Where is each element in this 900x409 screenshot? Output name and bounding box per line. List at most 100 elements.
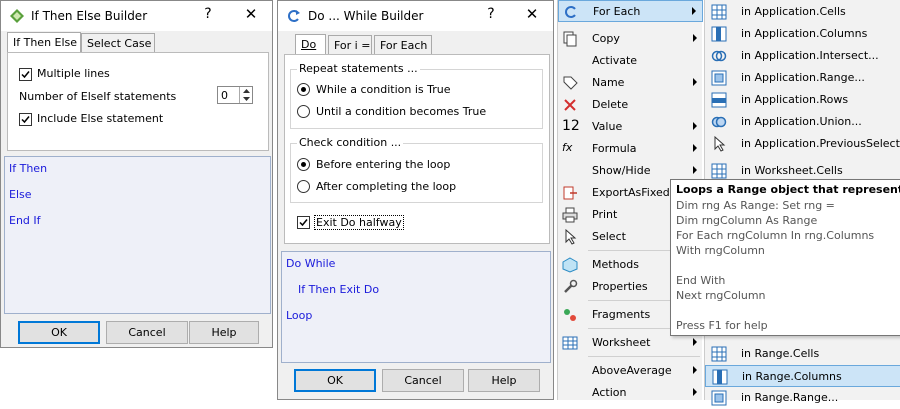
submenu-item[interactable]: in Application.Cells <box>705 1 900 23</box>
loop-icon <box>563 4 579 20</box>
code-preview: If Then Else End If <box>4 156 271 314</box>
formula-fx-icon: fx <box>562 141 573 154</box>
code-line: Loop <box>286 309 313 322</box>
code-line: If Then Exit Do <box>298 283 380 296</box>
loop-icon <box>286 8 302 24</box>
tab-select-case[interactable]: Select Case <box>81 33 155 52</box>
menu-item-name[interactable]: Name <box>558 72 703 94</box>
submenu-arrow-icon <box>692 7 696 15</box>
before-loop-radio[interactable] <box>297 158 310 171</box>
export-icon <box>562 185 578 201</box>
help-icon[interactable]: ? <box>198 6 218 22</box>
menu-item-activate[interactable]: Activate <box>558 50 703 72</box>
menu-item-value[interactable]: 12 Value <box>558 116 703 138</box>
until-true-radio[interactable] <box>297 105 310 118</box>
cancel-button[interactable]: Cancel <box>106 321 188 344</box>
union-icon <box>711 114 727 130</box>
submenu-item[interactable]: in Range.Cells <box>705 343 900 365</box>
check-group: Check condition ... Before entering the … <box>290 136 543 203</box>
range-icon <box>711 70 727 86</box>
cancel-button[interactable]: Cancel <box>382 369 464 392</box>
options-panel: Repeat statements ... While a condition … <box>284 54 550 244</box>
submenu-item[interactable]: in Range.Range... <box>705 387 900 409</box>
dialog-title: Do ... While Builder <box>308 9 424 23</box>
tooltip-footer: Press F1 for help <box>676 319 768 332</box>
exit-do-label: Exit Do halfway <box>314 215 404 230</box>
cells-grid-icon <box>711 4 727 20</box>
help-button[interactable]: Help <box>189 321 259 344</box>
code-line: Else <box>9 188 32 201</box>
options-panel: Multiple lines Number of ElseIf statemen… <box>7 52 269 151</box>
menu-item-copy[interactable]: Copy <box>558 28 703 50</box>
submenu-arrow-icon <box>693 78 697 86</box>
menu-item-for-each[interactable]: For Each <box>558 0 703 22</box>
submenu-item-selected[interactable]: in Range.Columns <box>705 365 900 387</box>
before-loop-label: Before entering the loop <box>316 158 451 171</box>
rows-icon <box>711 92 727 108</box>
include-else-checkbox[interactable] <box>19 113 32 126</box>
tab-do[interactable]: Do <box>295 34 326 55</box>
if-then-else-builder-dialog: If Then Else Builder ? ✕ If Then Else Se… <box>0 0 273 348</box>
code-preview: Do While If Then Exit Do Loop <box>281 251 551 363</box>
menu-separator <box>588 356 700 357</box>
tab-for-i[interactable]: For i = <box>328 35 372 54</box>
code-line: Do While <box>286 257 336 270</box>
submenu-item[interactable]: in Application.Rows <box>705 89 900 111</box>
ok-button[interactable]: OK <box>18 321 100 344</box>
cursor-icon <box>711 135 727 152</box>
code-line: End If <box>9 214 41 227</box>
exit-do-checkbox[interactable] <box>297 216 310 229</box>
submenu-item[interactable]: in Application.Columns <box>705 23 900 45</box>
repeat-group-label: Repeat statements ... <box>297 62 420 75</box>
tooltip-title: Loops a Range object that represents the <box>676 183 900 196</box>
dialog-title: If Then Else Builder <box>31 9 148 23</box>
menu-item-above-average[interactable]: AboveAverage <box>558 360 703 382</box>
menu-item-action[interactable]: Action <box>558 382 703 404</box>
delete-x-icon <box>562 97 578 113</box>
submenu-arrow-icon <box>693 34 697 42</box>
columns-icon <box>712 369 728 385</box>
help-icon[interactable]: ? <box>481 6 501 22</box>
after-loop-radio[interactable] <box>297 180 310 193</box>
tooltip-line: For Each rngColumn In rng.Columns <box>676 229 875 242</box>
submenu-item[interactable]: in Application.Union... <box>705 111 900 133</box>
menu-item-formula[interactable]: fx Formula <box>558 138 703 160</box>
tooltip-line: End With <box>676 274 726 287</box>
while-true-radio[interactable] <box>297 83 310 96</box>
close-icon[interactable]: ✕ <box>241 5 261 23</box>
check-group-label: Check condition ... <box>297 136 404 149</box>
range-icon <box>711 390 727 406</box>
multiple-lines-checkbox[interactable] <box>19 68 32 81</box>
spinner-arrows[interactable] <box>239 87 252 103</box>
submenu-item[interactable]: in Application.PreviousSelectio <box>705 133 900 155</box>
after-loop-label: After completing the loop <box>316 180 457 193</box>
tag-icon <box>562 75 578 91</box>
submenu-arrow-icon <box>693 338 697 346</box>
tab-for-each[interactable]: For Each <box>374 35 432 54</box>
printer-icon <box>562 207 578 223</box>
worksheet-grid-icon <box>562 335 578 351</box>
title-bar: Do ... While Builder ? ✕ <box>278 1 553 31</box>
number-12-icon: 12 <box>562 118 580 134</box>
tab-if-then-else[interactable]: If Then Else <box>7 32 81 53</box>
while-true-label: While a condition is True <box>316 83 451 96</box>
cells-grid-icon <box>711 163 727 179</box>
columns-icon <box>711 26 727 42</box>
num-elseif-value: 0 <box>221 89 228 102</box>
wrench-icon <box>562 279 578 295</box>
submenu-arrow-icon <box>693 144 697 152</box>
submenu-item[interactable]: in Application.Range... <box>705 67 900 89</box>
help-button[interactable]: Help <box>468 369 540 392</box>
num-elseif-spinner[interactable]: 0 <box>217 86 253 104</box>
ok-button[interactable]: OK <box>294 369 376 392</box>
cursor-icon <box>562 228 578 245</box>
menu-item-delete[interactable]: Delete <box>558 94 703 116</box>
submenu-item[interactable]: in Application.Intersect... <box>705 45 900 67</box>
num-elseif-label: Number of ElseIf statements <box>19 90 177 103</box>
tooltip-line: Dim rng As Range: Set rng = <box>676 199 835 212</box>
close-icon[interactable]: ✕ <box>522 5 542 23</box>
tooltip-line: Next rngColumn <box>676 289 766 302</box>
title-bar: If Then Else Builder ? ✕ <box>1 1 272 31</box>
method-cube-icon <box>562 257 578 273</box>
tooltip-line: With rngColumn <box>676 244 765 257</box>
